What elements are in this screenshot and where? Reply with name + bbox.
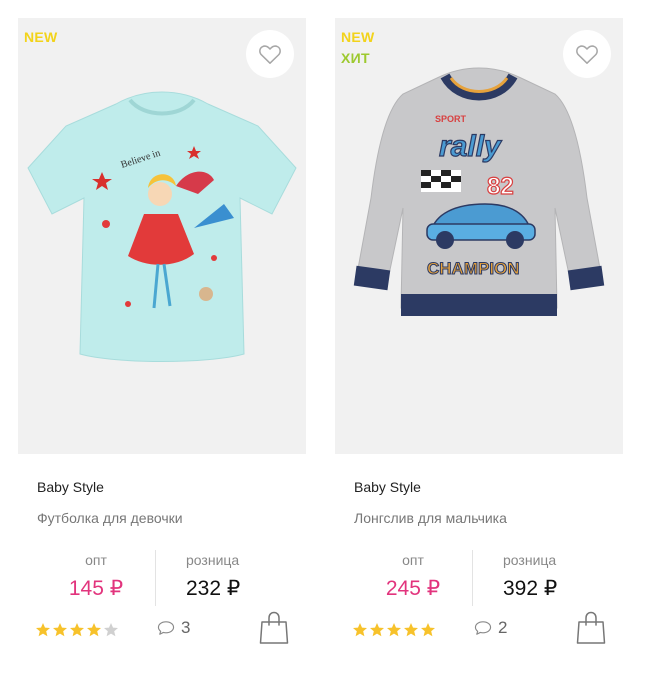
product-card[interactable]: Believe in NEW Baby Style Футболка для д… — [18, 18, 306, 668]
price-divider — [155, 550, 156, 606]
retail-price: розница 232 ₽ — [173, 550, 306, 601]
comments-count: 3 — [181, 618, 191, 637]
speech-bubble-icon — [157, 621, 175, 635]
product-image-tshirt: Believe in — [27, 91, 297, 362]
comments-link[interactable]: 3 — [157, 618, 190, 638]
badge-new: NEW — [341, 29, 375, 45]
wholesale-label: опт — [85, 552, 107, 568]
favorite-button[interactable] — [563, 30, 611, 78]
product-brand[interactable]: Baby Style — [354, 479, 421, 495]
rating-stars — [35, 622, 119, 638]
heart-icon — [259, 45, 281, 64]
star-filled-icon — [52, 622, 68, 638]
star-filled-icon — [369, 622, 385, 638]
badge-group: NEW — [24, 27, 58, 48]
svg-text:SPORT: SPORT — [435, 114, 467, 124]
badge-hit: ХИТ — [341, 50, 370, 66]
comments-count: 2 — [498, 618, 508, 637]
heart-icon — [576, 45, 598, 64]
star-filled-icon — [420, 622, 436, 638]
badge-group: NEW ХИТ — [341, 27, 375, 69]
wholesale-price: опт 145 ₽ — [36, 550, 156, 601]
svg-text:CHAMPION: CHAMPION — [427, 259, 520, 278]
retail-label: розница — [503, 552, 557, 568]
svg-text:82: 82 — [487, 173, 514, 200]
comments-link[interactable]: 2 — [474, 618, 507, 638]
wholesale-value: 145 ₽ — [68, 577, 124, 600]
star-filled-icon — [386, 622, 402, 638]
badge-new: NEW — [24, 29, 58, 45]
shopping-bag-icon — [576, 611, 606, 644]
favorite-button[interactable] — [246, 30, 294, 78]
add-to-cart-button[interactable] — [576, 611, 606, 645]
wholesale-value: 245 ₽ — [385, 577, 441, 600]
add-to-cart-button[interactable] — [259, 611, 289, 645]
retail-label: розница — [186, 552, 240, 568]
star-filled-icon — [403, 622, 419, 638]
product-photo[interactable]: Believe in NEW — [18, 18, 306, 454]
svg-text:rally: rally — [439, 130, 502, 163]
retail-value: 392 ₽ — [503, 577, 558, 600]
speech-bubble-icon — [474, 621, 492, 635]
star-filled-icon — [86, 622, 102, 638]
price-block: опт 245 ₽ розница 392 ₽ — [335, 550, 623, 606]
retail-value: 232 ₽ — [186, 577, 241, 600]
product-name[interactable]: Футболка для девочки — [37, 510, 183, 526]
shopping-bag-icon — [259, 611, 289, 644]
price-block: опт 145 ₽ розница 232 ₽ — [18, 550, 306, 606]
wholesale-price: опт 245 ₽ — [353, 550, 473, 601]
star-filled-icon — [352, 622, 368, 638]
star-empty-icon — [103, 622, 119, 638]
price-divider — [472, 550, 473, 606]
product-name[interactable]: Лонгслив для мальчика — [354, 510, 507, 526]
star-filled-icon — [35, 622, 51, 638]
product-photo[interactable]: SPORT rally 82 CHAMPION NEW ХИТ — [335, 18, 623, 454]
product-image-longsleeve: SPORT rally 82 CHAMPION — [353, 67, 605, 316]
product-brand[interactable]: Baby Style — [37, 479, 104, 495]
retail-price: розница 392 ₽ — [490, 550, 623, 601]
wholesale-label: опт — [402, 552, 424, 568]
rating-stars — [352, 622, 436, 638]
product-card[interactable]: SPORT rally 82 CHAMPION NEW ХИТ Baby Sty… — [335, 18, 623, 668]
star-filled-icon — [69, 622, 85, 638]
